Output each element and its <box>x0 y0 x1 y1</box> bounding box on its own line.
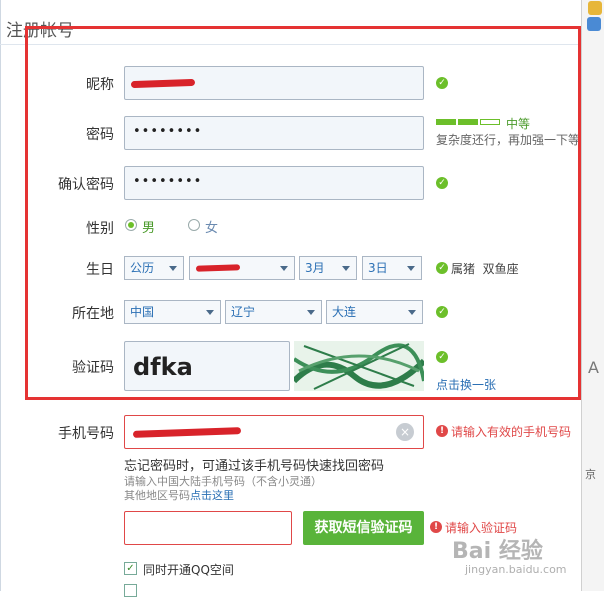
side-letter-a: A <box>588 358 599 377</box>
qq-icon[interactable] <box>587 17 601 31</box>
clear-icon[interactable]: × <box>396 423 414 441</box>
sms-code-input[interactable] <box>124 511 292 545</box>
qzone-checkbox[interactable]: ✓ <box>124 562 137 575</box>
side-panel: A 京 <box>581 0 604 591</box>
qzone-label: 同时开通QQ空间 <box>143 563 234 577</box>
phone-label: 手机号码 <box>58 426 114 442</box>
left-border <box>0 0 1 591</box>
phone-hint-primary: 忘记密码时，可通过该手机号码快速找回密码 <box>124 459 385 474</box>
phone-input[interactable]: × <box>124 415 424 449</box>
highlight-box <box>25 26 581 400</box>
phone-error-icon: ! <box>436 425 448 437</box>
watermark-logo: Bai 经验 <box>452 539 543 564</box>
sms-error-icon: ! <box>430 521 442 533</box>
other-region-link[interactable]: 点击这里 <box>190 489 234 502</box>
bell-icon[interactable] <box>588 1 602 15</box>
side-label: 京 <box>585 468 596 481</box>
phone-hint-other-prefix: 其他地区号码 <box>124 489 190 502</box>
phone-hint-other: 其他地区号码点击这里 <box>124 487 234 503</box>
redacted-mark <box>132 427 242 438</box>
get-sms-code-button[interactable]: 获取短信验证码 <box>303 511 424 545</box>
phone-error-text: 请输入有效的手机号码 <box>451 425 572 439</box>
watermark-url: jingyan.baidu.com <box>465 563 567 576</box>
